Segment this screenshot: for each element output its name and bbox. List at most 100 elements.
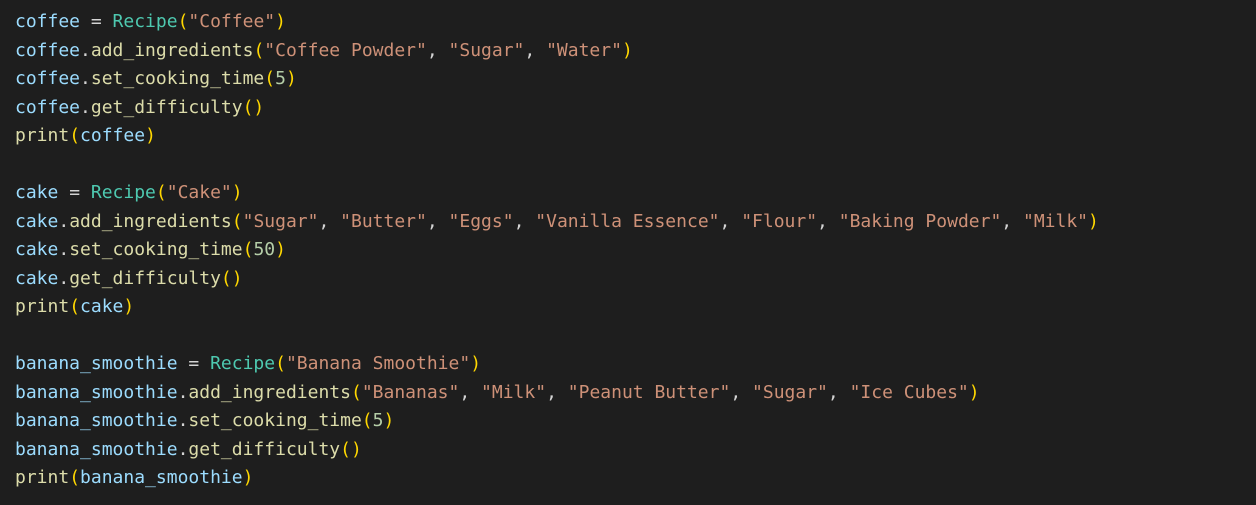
code-token-variable: banana_smoothie — [15, 381, 178, 403]
code-line[interactable]: cake.set_cooking_time(50) — [15, 236, 1256, 265]
code-token-bracket: ( — [177, 11, 189, 32]
code-token-operator: . — [177, 381, 189, 403]
code-token-function: print — [15, 467, 70, 488]
code-token-class: Recipe — [90, 182, 156, 203]
code-token-bracket: ( — [231, 210, 243, 232]
code-token-bracket: ) — [621, 39, 633, 61]
code-token-string: "Bananas" — [361, 381, 460, 403]
code-line[interactable]: banana_smoothie.get_difficulty() — [15, 436, 1256, 465]
code-token-string: "Sugar" — [242, 210, 319, 232]
code-token-class: Recipe — [210, 353, 276, 374]
code-token-function: print — [15, 125, 70, 146]
code-token-function: get_difficulty — [188, 438, 341, 460]
code-token-bracket: ( — [69, 467, 81, 488]
code-token-variable: coffee — [15, 68, 81, 89]
code-token-bracket: ( — [242, 239, 254, 260]
code-token-variable: banana_smoothie — [15, 410, 178, 431]
code-token-variable: cake — [15, 239, 59, 260]
code-token-operator: , — [459, 381, 482, 403]
code-token-function: print — [15, 296, 70, 317]
code-token-bracket: ) — [383, 410, 395, 431]
code-line[interactable]: coffee = Recipe("Coffee") — [15, 8, 1256, 37]
code-token-operator: , — [426, 210, 449, 232]
code-line[interactable]: print(cake) — [15, 293, 1256, 322]
code-token-operator: . — [177, 438, 189, 460]
code-token-operator: , — [827, 381, 850, 403]
code-token-string: "Milk" — [481, 381, 547, 403]
code-token-string: "Cake" — [166, 182, 232, 203]
code-token-variable: cake — [15, 210, 59, 232]
code-token-operator: , — [513, 210, 536, 232]
code-token-string: "Baking Powder" — [838, 210, 1002, 232]
code-line[interactable]: print(banana_smoothie) — [15, 464, 1256, 493]
code-token-operator: . — [58, 210, 70, 232]
code-token-operator: , — [318, 210, 341, 232]
code-line[interactable]: coffee.set_cooking_time(5) — [15, 65, 1256, 94]
code-token-bracket: ) — [123, 296, 135, 317]
code-token-bracket: ) — [275, 239, 286, 260]
code-token-bracket: ) — [231, 182, 243, 203]
code-token-variable: banana_smoothie — [15, 438, 178, 460]
code-token-bracket: ( — [155, 182, 167, 203]
code-token-variable: coffee — [15, 39, 81, 61]
code-token-bracket: ) — [242, 467, 254, 488]
code-token-operator: , — [1001, 210, 1023, 232]
code-token-number: 5 — [275, 68, 286, 89]
code-token-function: add_ingredients — [69, 210, 232, 232]
code-line[interactable]: cake.add_ingredients("Sugar", "Butter", … — [15, 208, 1256, 237]
code-token-function: set_cooking_time — [69, 239, 243, 260]
code-token-bracket: () — [220, 267, 243, 289]
code-token-bracket: ( — [69, 296, 81, 317]
code-token-bracket: ) — [275, 11, 286, 32]
code-token-string: "Vanilla Essence" — [535, 210, 720, 232]
code-token-function: get_difficulty — [69, 267, 221, 289]
code-token-bracket: ( — [264, 68, 276, 89]
code-token-operator: , — [730, 381, 753, 403]
code-line[interactable]: banana_smoothie.set_cooking_time(5) — [15, 407, 1256, 436]
code-token-string: "Peanut Butter" — [567, 381, 731, 403]
code-line[interactable]: banana_smoothie.add_ingredients("Bananas… — [15, 379, 1256, 408]
code-token-bracket: ) — [1088, 210, 1099, 232]
code-token-operator: = — [58, 182, 91, 203]
code-token-string: "Water" — [546, 39, 622, 61]
code-token-function: add_ingredients — [90, 39, 254, 61]
code-line[interactable] — [15, 322, 1256, 351]
code-line[interactable] — [15, 151, 1256, 180]
code-token-operator: . — [80, 96, 91, 118]
code-token-operator: . — [177, 410, 189, 431]
code-token-operator: , — [524, 39, 547, 61]
code-token-bracket: () — [340, 438, 362, 460]
code-editor[interactable]: coffee = Recipe("Coffee") coffee.add_ingr… — [0, 0, 1256, 505]
code-line[interactable]: coffee.get_difficulty() — [15, 94, 1256, 123]
code-token-operator: , — [426, 39, 449, 61]
code-token-bracket: ) — [968, 381, 980, 403]
code-token-string: "Eggs" — [448, 210, 514, 232]
code-line[interactable]: print(coffee) — [15, 122, 1256, 151]
code-line[interactable]: coffee.add_ingredients("Coffee Powder", … — [15, 37, 1256, 66]
code-token-function: get_difficulty — [90, 96, 243, 118]
code-token-class: Recipe — [112, 11, 178, 32]
code-token-operator: , — [817, 210, 839, 232]
code-token-variable: cake — [80, 296, 124, 317]
code-token-variable: coffee — [80, 125, 146, 146]
code-token-bracket: ( — [69, 125, 81, 146]
code-token-operator: , — [719, 210, 742, 232]
code-line[interactable]: cake = Recipe("Cake") — [15, 179, 1256, 208]
code-token-function: set_cooking_time — [90, 68, 265, 89]
code-token-number: 5 — [372, 410, 384, 431]
code-token-string: "Coffee" — [188, 11, 276, 32]
code-token-operator: , — [546, 381, 568, 403]
code-token-variable: cake — [15, 182, 59, 203]
code-token-string: "Milk" — [1022, 210, 1089, 232]
code-line[interactable]: cake.get_difficulty() — [15, 265, 1256, 294]
code-token-bracket: ( — [350, 381, 362, 403]
code-body[interactable]: coffee = Recipe("Coffee") coffee.add_ingr… — [15, 8, 1256, 493]
code-token-bracket: ( — [253, 39, 265, 61]
code-token-bracket: () — [242, 96, 265, 118]
code-line[interactable]: banana_smoothie = Recipe("Banana Smoothi… — [15, 350, 1256, 379]
code-token-operator: . — [80, 39, 91, 61]
code-token-operator: . — [80, 68, 91, 89]
code-token-bracket: ( — [361, 410, 373, 431]
code-token-variable: coffee — [15, 96, 81, 118]
code-token-string: "Flour" — [741, 210, 818, 232]
